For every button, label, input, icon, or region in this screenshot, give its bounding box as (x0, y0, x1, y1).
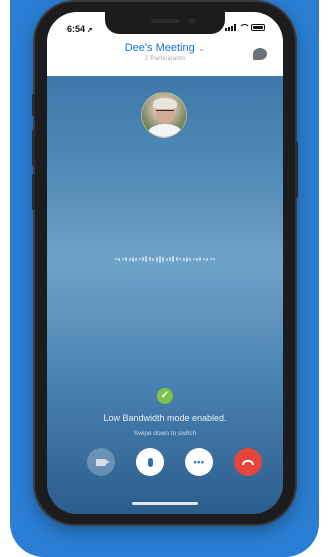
more-icon: ••• (193, 456, 205, 467)
waveform-bar (155, 256, 158, 262)
end-call-button[interactable] (234, 448, 262, 476)
waveform-bar (175, 257, 178, 261)
waveform-bar (192, 258, 195, 260)
waveform-bar (169, 257, 171, 261)
waveform-bar (118, 257, 121, 261)
status-bar-time: 6:54 ➚ (67, 24, 93, 34)
waveform-bar (158, 255, 161, 263)
waveform-bar (121, 258, 124, 260)
wifi-icon (239, 24, 250, 31)
waveform-bar (185, 256, 188, 262)
waveform-bar (179, 258, 182, 260)
waveform-bar (199, 257, 202, 261)
meeting-title-text: Dee's Meeting (124, 42, 195, 54)
location-arrow-icon: ➚ (87, 27, 93, 34)
waveform-bar (145, 256, 148, 262)
avatar-shirt (148, 124, 182, 137)
more-options-button[interactable]: ••• (185, 448, 213, 476)
waveform-bar (162, 256, 165, 262)
waveform-bar (165, 257, 168, 261)
waveform-bar (128, 257, 131, 261)
avatar-glasses (156, 110, 174, 114)
phone-screen: 6:54➚ Dee's Meeting⌄ 2 Participants ✓ (47, 12, 283, 514)
waveform-bar (206, 257, 209, 261)
mute-microphone-button[interactable] (136, 448, 164, 476)
low-bandwidth-message: Low Bandwidth mode enabled. (103, 413, 227, 423)
front-camera (189, 18, 195, 24)
waveform-bar (212, 258, 215, 260)
call-controls: ••• (47, 448, 283, 478)
status-bar-right (225, 24, 265, 31)
waveform-bar (202, 258, 205, 260)
waveform-bar (148, 257, 151, 261)
waveform-bar (115, 258, 117, 260)
end-call-icon (242, 459, 254, 465)
waveform-bar (209, 258, 212, 260)
chevron-down-icon: ⌄ (197, 43, 206, 53)
signal-bars-icon (225, 24, 236, 31)
waveform-bar (125, 257, 128, 261)
waveform-bar (182, 257, 185, 261)
waveform-bar (189, 257, 192, 261)
waveform-bar (135, 257, 138, 261)
phone-frame: 6:54➚ Dee's Meeting⌄ 2 Participants ✓ (32, 2, 298, 524)
swipe-hint: Swipe down to switch (133, 430, 197, 437)
participant-count: 2 Participants (144, 56, 186, 62)
video-toggle-button[interactable] (87, 448, 115, 476)
status-time-text: 6:54 (67, 24, 86, 34)
volume-up-button (32, 130, 35, 166)
home-indicator[interactable] (132, 502, 198, 505)
meeting-title-dropdown[interactable]: Dee's Meeting ⌄ (47, 42, 283, 54)
waveform-bar (142, 257, 144, 261)
waveform-bar (152, 257, 155, 261)
audio-waveform-icon (115, 255, 215, 263)
mute-switch (32, 94, 35, 116)
phone-notch (105, 12, 225, 34)
microphone-icon (147, 457, 153, 467)
waveform-bar (196, 257, 198, 261)
participant-avatar[interactable] (141, 92, 187, 138)
battery-icon (251, 24, 265, 31)
chat-bubble-icon[interactable] (253, 48, 267, 60)
earpiece-speaker (151, 19, 179, 23)
avatar-hair (153, 98, 177, 109)
waveform-bar (131, 256, 134, 262)
waveform-bar (138, 258, 141, 260)
volume-down-button (32, 174, 35, 210)
waveform-bar (172, 256, 175, 262)
power-button (295, 142, 298, 198)
video-camera-icon (96, 458, 110, 466)
check-circle-icon: ✓ (157, 388, 173, 404)
